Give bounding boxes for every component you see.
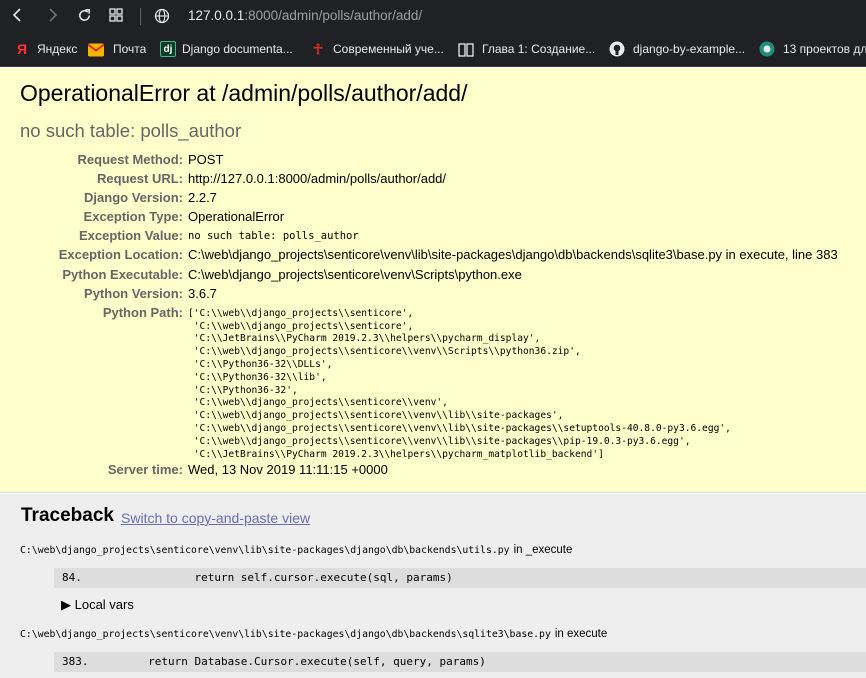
frame-filename: C:\web\django_projects\senticore\venv\li… [20, 629, 551, 640]
python-path-entry: 'C:\\web\\django_projects\\senticore\\ve… [188, 422, 731, 434]
bookmark-label: Почта [113, 42, 147, 56]
url-path: :8000/admin/polls/author/add/ [244, 8, 423, 23]
python-path-entry: 'C:\\web\\django_projects\\senticore\\ve… [188, 435, 691, 447]
python-path-entry: 'C:\\web\\django_projects\\senticore\\ve… [188, 346, 581, 358]
traceback-title: Traceback [21, 505, 114, 526]
back-arrow-icon [12, 8, 21, 22]
python-path-entry: 'C:\\JetBrains\\PyCharm 2019.2.3\\helper… [188, 448, 604, 460]
meta-value: C:\web\django_projects\senticore\venv\Sc… [188, 266, 522, 282]
python-path-entry: 'C:\\Python36-32', [188, 384, 298, 396]
meta-value: http://127.0.0.1:8000/admin/polls/author… [188, 171, 447, 187]
bookmark-label: Яндекс [37, 42, 78, 56]
forward-arrow-icon [49, 8, 58, 22]
person-icon: ☥ [312, 41, 324, 57]
reload-button[interactable] [72, 4, 96, 28]
meta-row-server-time: Server time: Wed, 13 Nov 2019 11:11:15 +… [0, 462, 866, 481]
frame-filename: C:\web\django_projects\senticore\venv\li… [20, 545, 510, 556]
meta-value: 3.6.7 [188, 285, 217, 301]
meta-value: OperationalError [188, 209, 285, 225]
browser-toolbar: 127.0.0.1:8000/admin/polls/author/add/ [0, 0, 866, 33]
grid-icon [109, 8, 123, 22]
meta-row-python-path: Python Path: ['C:\\web\\django_projects\… [0, 305, 866, 462]
meta-row-django-version: Django Version: 2.2.7 [0, 190, 866, 209]
url-host: 127.0.0.1 [188, 8, 245, 23]
traceback-context-line[interactable]: 84. return self.cursor.execute(sql, para… [54, 568, 866, 588]
request-info-table: Request Method: POST Request URL: http:/… [0, 152, 866, 481]
meta-key: Python Version: [84, 285, 183, 301]
meta-value: 2.2.7 [188, 190, 217, 206]
meta-key: Django Version: [84, 190, 183, 206]
bookmark-label: Глава 1: Создание... [482, 42, 596, 56]
bookmark-label: django-by-example... [633, 42, 746, 56]
exception-message: no such table: polls_author [20, 120, 242, 141]
yandex-icon: Я [16, 41, 28, 57]
back-button[interactable] [6, 4, 30, 28]
bookmarks-bar: Я Яндекс Почта dj Django documenta... ☥ … [0, 37, 866, 61]
traceback-frame-file: C:\web\django_projects\senticore\venv\li… [20, 628, 607, 640]
python-path-entry: 'C:\\web\\django_projects\\senticore\\ve… [188, 397, 448, 409]
meta-key: Python Path: [102, 304, 183, 320]
meta-key: Request Method: [77, 152, 183, 167]
meta-key: Request URL: [97, 171, 183, 187]
meta-row-python-version: Python Version: 3.6.7 [0, 286, 866, 305]
meta-key: Python Executable: [62, 266, 183, 282]
switch-to-copy-paste-link[interactable]: Switch to copy-and-paste view [121, 510, 310, 526]
meta-row-request-method: Request Method: POST [0, 152, 866, 171]
meta-value: C:\web\django_projects\senticore\venv\li… [188, 247, 838, 263]
meta-value: no such table: polls_author [188, 230, 359, 243]
tab-grid-button[interactable] [104, 4, 128, 28]
python-path-entry: ['C:\\web\\django_projects\\senticore', [188, 307, 414, 319]
meta-row-exception-value: Exception Value: no such table: polls_au… [0, 228, 866, 247]
toolbar-divider [140, 8, 141, 25]
local-vars-toggle[interactable]: ▶ Local vars [61, 597, 134, 613]
meta-value: Wed, 13 Nov 2019 11:11:15 +0000 [188, 461, 388, 477]
reload-icon [78, 9, 90, 21]
python-path-entry: 'C:\\web\\django_projects\\senticore\\ve… [188, 410, 564, 422]
mail-icon [88, 43, 104, 57]
bookmark-label: Современный уче... [333, 42, 444, 56]
frame-function: in _execute [513, 544, 573, 556]
meta-key: Exception Value: [78, 228, 183, 244]
globe-icon [154, 8, 170, 24]
frame-function: in execute [554, 628, 608, 640]
meta-row-python-executable: Python Executable: C:\web\django_project… [0, 267, 866, 286]
python-path-entry: 'C:\\web\\django_projects\\senticore', [188, 320, 414, 332]
traceback-context-line[interactable]: 383. return Database.Cursor.execute(self… [54, 652, 866, 672]
page-title: OperationalError at /admin/polls/author/… [20, 80, 468, 106]
bookmark-label: Django documenta... [182, 42, 293, 56]
meta-row-exception-type: Exception Type: OperationalError [0, 209, 866, 228]
python-path-entry: 'C:\\Python36-32\\lib', [188, 371, 327, 383]
address-bar[interactable]: 127.0.0.1:8000/admin/polls/author/add/ [188, 8, 422, 23]
forward-button[interactable] [40, 4, 64, 28]
meta-key: Exception Type: [83, 209, 183, 225]
bookmark-label: 13 проектов для [783, 42, 866, 56]
meta-row-exception-location: Exception Location: C:\web\django_projec… [0, 247, 866, 266]
python-path-list: ['C:\\web\\django_projects\\senticore', … [188, 308, 731, 462]
meta-value: POST [188, 152, 224, 167]
python-path-entry: 'C:\\Python36-32\\DLLs', [188, 358, 333, 370]
book-icon [458, 43, 474, 57]
python-path-entry: 'C:\\JetBrains\\PyCharm 2019.2.3\\helper… [188, 333, 541, 345]
meta-key: Server time: [107, 461, 183, 477]
browser-chrome: 127.0.0.1:8000/admin/polls/author/add/ Я… [0, 0, 866, 67]
dj-icon: dj [160, 41, 176, 57]
meta-row-request-url: Request URL: http://127.0.0.1:8000/admin… [0, 171, 866, 190]
github-icon [609, 41, 625, 57]
meta-key: Exception Location: [58, 247, 183, 263]
circle-icon [759, 41, 775, 57]
traceback-frame-file: C:\web\django_projects\senticore\venv\li… [20, 544, 572, 556]
